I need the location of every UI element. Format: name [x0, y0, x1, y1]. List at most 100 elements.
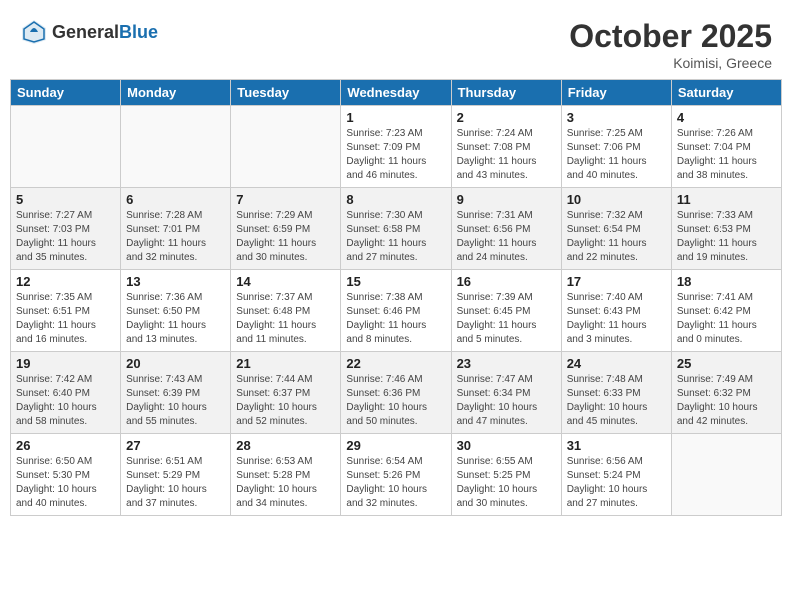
calendar-week-4: 19 Sunrise: 7:42 AMSunset: 6:40 PMDayligh… — [11, 352, 782, 434]
weekday-header-monday: Monday — [121, 80, 231, 106]
calendar-table: SundayMondayTuesdayWednesdayThursdayFrid… — [10, 79, 782, 516]
day-number: 24 — [567, 356, 666, 371]
calendar-cell-day-6: 6Sunrise: 7:28 AMSunset: 7:01 PMDaylight… — [121, 188, 231, 270]
day-number: 23 — [457, 356, 556, 371]
day-number: 6 — [126, 192, 225, 207]
calendar-cell-day-7: 7 Sunrise: 7:29 AMSunset: 6:59 PMDaylight… — [231, 188, 341, 270]
calendar-cell-day-15: 15 Sunrise: 7:38 AMSunset: 6:46 PMDayligh… — [341, 270, 451, 352]
day-info: Sunrise: 7:37 AMSunset: 6:48 PMDaylight:… — [236, 291, 335, 347]
calendar-cell-day-18: 18 Sunrise: 7:41 AMSunset: 6:42 PMDayligh… — [671, 270, 781, 352]
day-number: 22 — [346, 356, 445, 371]
day-info: Sunrise: 7:36 AMSunset: 6:50 PMDaylight:… — [126, 291, 225, 347]
calendar-cell-day-empty — [231, 106, 341, 188]
day-info: Sunrise: 7:47 AMSunset: 6:34 PMDaylight:… — [457, 373, 556, 429]
day-number: 15 — [346, 274, 445, 289]
day-number: 9 — [457, 192, 556, 207]
day-info: Sunrise: 7:35 AMSunset: 6:51 PMDaylight:… — [16, 291, 115, 347]
calendar-cell-day-9: 9 Sunrise: 7:31 AMSunset: 6:56 PMDaylight… — [451, 188, 561, 270]
calendar-cell-day-4: 4Sunrise: 7:26 AMSunset: 7:04 PMDaylight… — [671, 106, 781, 188]
day-number: 3 — [567, 110, 666, 125]
day-number: 14 — [236, 274, 335, 289]
calendar-cell-day-27: 27Sunrise: 6:51 AMSunset: 5:29 PMDayligh… — [121, 434, 231, 516]
day-number: 26 — [16, 438, 115, 453]
calendar-cell-day-1: 1Sunrise: 7:23 AMSunset: 7:09 PMDaylight… — [341, 106, 451, 188]
day-number: 25 — [677, 356, 776, 371]
calendar-cell-day-16: 16 Sunrise: 7:39 AMSunset: 6:45 PMDayligh… — [451, 270, 561, 352]
day-number: 8 — [346, 192, 445, 207]
day-info: Sunrise: 7:40 AMSunset: 6:43 PMDaylight:… — [567, 291, 666, 347]
calendar-cell-day-5: 5 Sunrise: 7:27 AMSunset: 7:03 PMDaylight… — [11, 188, 121, 270]
day-info: Sunrise: 7:32 AMSunset: 6:54 PMDaylight:… — [567, 209, 666, 265]
day-info: Sunrise: 7:25 AMSunset: 7:06 PMDaylight:… — [567, 127, 666, 183]
day-info: Sunrise: 7:39 AMSunset: 6:45 PMDaylight:… — [457, 291, 556, 347]
calendar-cell-day-11: 11 Sunrise: 7:33 AMSunset: 6:53 PMDayligh… — [671, 188, 781, 270]
day-info: Sunrise: 7:43 AMSunset: 6:39 PMDaylight:… — [126, 373, 225, 429]
day-info: Sunrise: 7:42 AMSunset: 6:40 PMDaylight:… — [16, 373, 115, 429]
page-header: GeneralBlue October 2025 Koimisi, Greece — [10, 10, 782, 75]
calendar-cell-day-10: 10 Sunrise: 7:32 AMSunset: 6:54 PMDayligh… — [561, 188, 671, 270]
day-number: 7 — [236, 192, 335, 207]
title-block: October 2025 Koimisi, Greece — [569, 18, 772, 71]
day-number: 16 — [457, 274, 556, 289]
calendar-cell-day-13: 13 Sunrise: 7:36 AMSunset: 6:50 PMDayligh… — [121, 270, 231, 352]
logo: GeneralBlue — [20, 18, 158, 46]
day-number: 11 — [677, 192, 776, 207]
day-info: Sunrise: 7:44 AMSunset: 6:37 PMDaylight:… — [236, 373, 335, 429]
day-info: Sunrise: 7:27 AMSunset: 7:03 PMDaylight:… — [16, 209, 115, 265]
day-info: Sunrise: 7:46 AMSunset: 6:36 PMDaylight:… — [346, 373, 445, 429]
calendar-cell-day-20: 20Sunrise: 7:43 AMSunset: 6:39 PMDayligh… — [121, 352, 231, 434]
calendar-cell-day-26: 26 Sunrise: 6:50 AMSunset: 5:30 PMDayligh… — [11, 434, 121, 516]
day-info: Sunrise: 6:50 AMSunset: 5:30 PMDaylight:… — [16, 455, 115, 511]
calendar-cell-day-17: 17Sunrise: 7:40 AMSunset: 6:43 PMDayligh… — [561, 270, 671, 352]
day-number: 10 — [567, 192, 666, 207]
day-info: Sunrise: 7:24 AMSunset: 7:08 PMDaylight:… — [457, 127, 556, 183]
day-number: 28 — [236, 438, 335, 453]
calendar-cell-day-3: 3 Sunrise: 7:25 AMSunset: 7:06 PMDaylight… — [561, 106, 671, 188]
calendar-week-5: 26 Sunrise: 6:50 AMSunset: 5:30 PMDayligh… — [11, 434, 782, 516]
day-number: 29 — [346, 438, 445, 453]
day-info: Sunrise: 7:31 AMSunset: 6:56 PMDaylight:… — [457, 209, 556, 265]
day-number: 19 — [16, 356, 115, 371]
calendar-cell-day-24: 24 Sunrise: 7:48 AMSunset: 6:33 PMDayligh… — [561, 352, 671, 434]
day-info: Sunrise: 7:33 AMSunset: 6:53 PMDaylight:… — [677, 209, 776, 265]
day-number: 2 — [457, 110, 556, 125]
day-number: 18 — [677, 274, 776, 289]
calendar-cell-day-12: 12Sunrise: 7:35 AMSunset: 6:51 PMDayligh… — [11, 270, 121, 352]
calendar-week-3: 12Sunrise: 7:35 AMSunset: 6:51 PMDayligh… — [11, 270, 782, 352]
weekday-header-thursday: Thursday — [451, 80, 561, 106]
day-info: Sunrise: 6:55 AMSunset: 5:25 PMDaylight:… — [457, 455, 556, 511]
calendar-cell-day-empty — [671, 434, 781, 516]
weekday-header-sunday: Sunday — [11, 80, 121, 106]
day-info: Sunrise: 7:38 AMSunset: 6:46 PMDaylight:… — [346, 291, 445, 347]
day-info: Sunrise: 7:49 AMSunset: 6:32 PMDaylight:… — [677, 373, 776, 429]
weekday-header-saturday: Saturday — [671, 80, 781, 106]
calendar-cell-day-30: 30Sunrise: 6:55 AMSunset: 5:25 PMDayligh… — [451, 434, 561, 516]
weekday-header-friday: Friday — [561, 80, 671, 106]
day-info: Sunrise: 7:29 AMSunset: 6:59 PMDaylight:… — [236, 209, 335, 265]
calendar-week-1: 1Sunrise: 7:23 AMSunset: 7:09 PMDaylight… — [11, 106, 782, 188]
day-number: 13 — [126, 274, 225, 289]
calendar-cell-day-25: 25 Sunrise: 7:49 AMSunset: 6:32 PMDayligh… — [671, 352, 781, 434]
weekday-header-wednesday: Wednesday — [341, 80, 451, 106]
day-number: 5 — [16, 192, 115, 207]
day-info: Sunrise: 6:54 AMSunset: 5:26 PMDaylight:… — [346, 455, 445, 511]
day-info: Sunrise: 7:26 AMSunset: 7:04 PMDaylight:… — [677, 127, 776, 183]
day-info: Sunrise: 6:56 AMSunset: 5:24 PMDaylight:… — [567, 455, 666, 511]
calendar-cell-day-28: 28 Sunrise: 6:53 AMSunset: 5:28 PMDayligh… — [231, 434, 341, 516]
calendar-cell-day-14: 14 Sunrise: 7:37 AMSunset: 6:48 PMDayligh… — [231, 270, 341, 352]
day-info: Sunrise: 7:48 AMSunset: 6:33 PMDaylight:… — [567, 373, 666, 429]
logo-general: General — [52, 22, 119, 42]
calendar-cell-day-21: 21Sunrise: 7:44 AMSunset: 6:37 PMDayligh… — [231, 352, 341, 434]
day-info: Sunrise: 6:51 AMSunset: 5:29 PMDaylight:… — [126, 455, 225, 511]
day-info: Sunrise: 6:53 AMSunset: 5:28 PMDaylight:… — [236, 455, 335, 511]
calendar-cell-day-22: 22 Sunrise: 7:46 AMSunset: 6:36 PMDayligh… — [341, 352, 451, 434]
calendar-cell-day-23: 23 Sunrise: 7:47 AMSunset: 6:34 PMDayligh… — [451, 352, 561, 434]
logo-blue: Blue — [119, 22, 158, 42]
calendar-cell-day-29: 29 Sunrise: 6:54 AMSunset: 5:26 PMDayligh… — [341, 434, 451, 516]
calendar-cell-day-31: 31Sunrise: 6:56 AMSunset: 5:24 PMDayligh… — [561, 434, 671, 516]
calendar-cell-day-2: 2 Sunrise: 7:24 AMSunset: 7:08 PMDaylight… — [451, 106, 561, 188]
day-info: Sunrise: 7:41 AMSunset: 6:42 PMDaylight:… — [677, 291, 776, 347]
weekday-header-tuesday: Tuesday — [231, 80, 341, 106]
calendar-cell-day-8: 8Sunrise: 7:30 AMSunset: 6:58 PMDaylight… — [341, 188, 451, 270]
location: Koimisi, Greece — [569, 55, 772, 71]
